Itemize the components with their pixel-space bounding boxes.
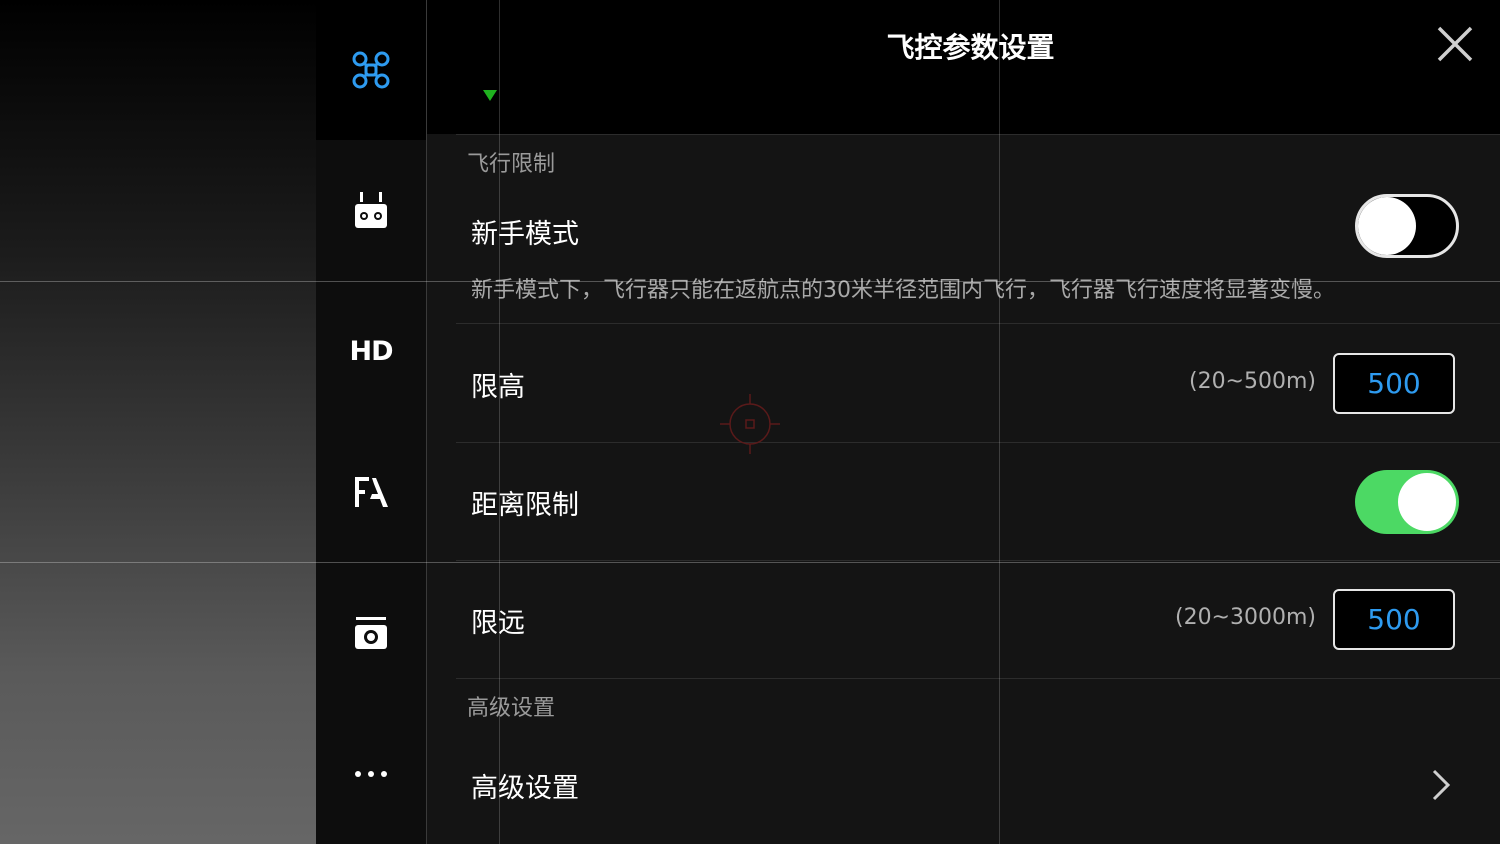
toggle-knob	[1358, 197, 1416, 255]
beginner-mode-label: 新手模式	[471, 219, 579, 250]
page-title-text: 飞控参数设置	[886, 31, 1055, 64]
more-icon	[355, 771, 387, 777]
divider	[456, 560, 1500, 561]
camera-grid-line	[999, 0, 1000, 844]
divider	[456, 442, 1500, 443]
max-distance-range: (20~3000m)	[1174, 605, 1316, 630]
gimbal-camera-icon	[355, 617, 387, 649]
rail-item-battery[interactable]	[316, 422, 426, 562]
rail-item-aircraft[interactable]	[316, 0, 426, 140]
rail-item-remote-controller[interactable]	[316, 140, 426, 280]
rail-item-more[interactable]	[316, 704, 426, 844]
close-icon[interactable]	[1435, 24, 1475, 64]
aircraft-icon	[352, 51, 390, 89]
rail-item-gimbal-camera[interactable]	[316, 563, 426, 703]
rail-item-hd-transmission[interactable]: HD	[316, 281, 426, 421]
remote-controller-icon	[355, 192, 387, 228]
panel-header	[427, 0, 1500, 134]
max-distance-input[interactable]	[1333, 589, 1455, 650]
advanced-settings-row[interactable]: 高级设置	[471, 766, 579, 805]
section-label-flight-limits: 飞行限制	[467, 152, 556, 177]
page-title: 飞控参数设置	[427, 26, 1500, 66]
center-crosshair-icon	[720, 394, 780, 454]
camera-view-background	[0, 0, 316, 844]
max-distance-label: 限远	[471, 608, 525, 639]
height-limit-range: (20~500m)	[1188, 369, 1316, 394]
section-label-advanced: 高级设置	[467, 696, 556, 721]
camera-grid-line	[499, 0, 500, 844]
divider	[456, 134, 1500, 135]
divider	[456, 678, 1500, 679]
flight-controller-settings-panel: 飞控参数设置 飞行限制 新手模式 新手模式下，飞行器只能在返航点的30米半径范围…	[427, 0, 1500, 844]
distance-limit-toggle[interactable]	[1355, 470, 1459, 534]
hd-transmission-icon: HD	[349, 335, 393, 367]
toggle-knob	[1398, 473, 1456, 531]
tab-indicator-arrow	[483, 90, 497, 101]
beginner-mode-description: 新手模式下，飞行器只能在返航点的30米半径范围内飞行，飞行器飞行速度将显著变慢。	[471, 278, 1335, 303]
chevron-right-icon[interactable]	[1429, 768, 1453, 802]
distance-limit-label: 距离限制	[471, 490, 579, 521]
camera-grid-line	[0, 281, 1500, 282]
divider	[456, 323, 1500, 324]
camera-grid-line	[0, 562, 1500, 563]
battery-icon	[355, 477, 388, 507]
beginner-mode-toggle[interactable]	[1355, 194, 1459, 258]
height-limit-input[interactable]	[1333, 353, 1455, 414]
settings-side-rail: HD	[316, 0, 426, 844]
height-limit-label: 限高	[471, 372, 525, 403]
